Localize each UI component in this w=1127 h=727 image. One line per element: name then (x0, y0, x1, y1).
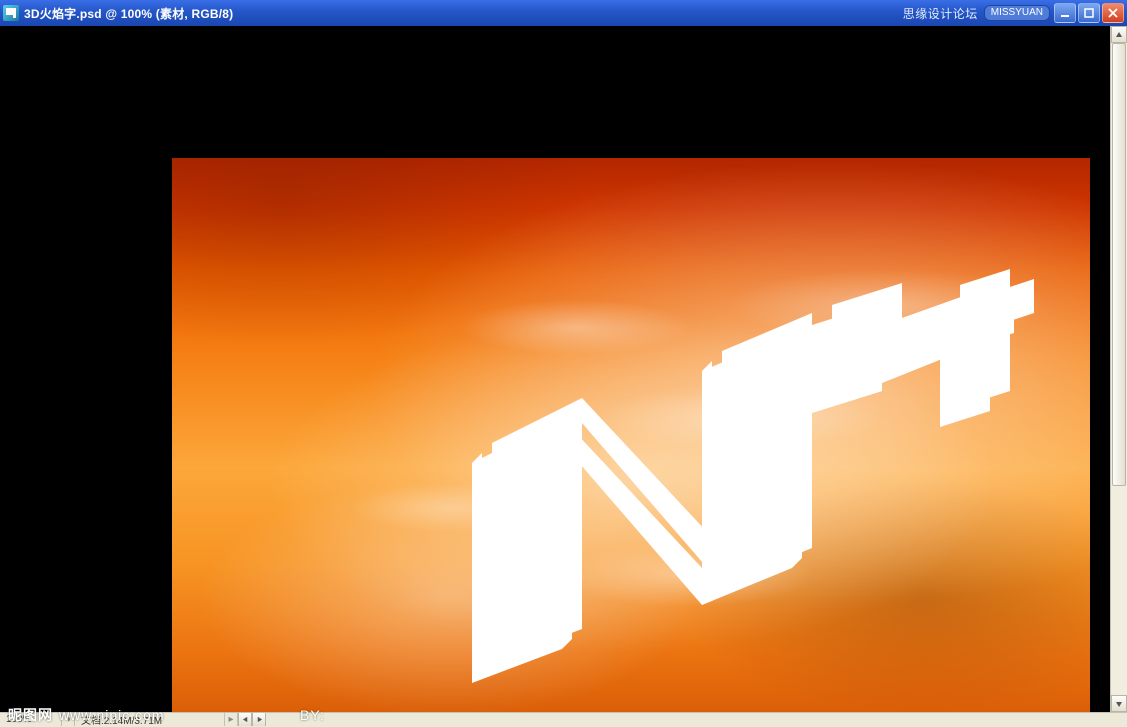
scroll-right-button[interactable] (252, 713, 266, 726)
sky-background (172, 158, 1090, 712)
app-icon (3, 5, 19, 21)
workspace (0, 26, 1127, 712)
horizontal-scroll-segment[interactable] (238, 713, 266, 726)
window-controls (1054, 3, 1124, 23)
canvas-3d-text (452, 333, 1012, 712)
status-divider-icon: ◑ (62, 713, 75, 726)
scroll-left-button[interactable] (238, 713, 252, 726)
brand-badge: MISSYUAN (984, 5, 1050, 21)
brand-text: 思缘设计论坛 (903, 5, 978, 22)
vertical-scrollbar[interactable] (1110, 26, 1127, 712)
close-button[interactable] (1102, 3, 1124, 23)
document-size: 文档:2.14M/3.71M (75, 713, 225, 726)
maximize-button[interactable] (1078, 3, 1100, 23)
minimize-button[interactable] (1054, 3, 1076, 23)
zoom-level[interactable]: 100% (0, 713, 62, 726)
scroll-thumb[interactable] (1112, 43, 1126, 486)
chevron-right-icon[interactable]: ▸ (225, 713, 238, 726)
canvas-area[interactable] (0, 26, 1110, 712)
statusbar: 100% ◑ 文档:2.14M/3.71M ▸ (0, 712, 1127, 726)
titlebar: 3D火焰字.psd @ 100% (素材, RGB/8) 思缘设计论坛 MISS… (0, 0, 1127, 26)
scroll-track[interactable] (1111, 43, 1127, 695)
document-title: 3D火焰字.psd @ 100% (素材, RGB/8) (24, 5, 233, 22)
scroll-down-button[interactable] (1111, 695, 1127, 712)
scroll-up-button[interactable] (1111, 26, 1127, 43)
